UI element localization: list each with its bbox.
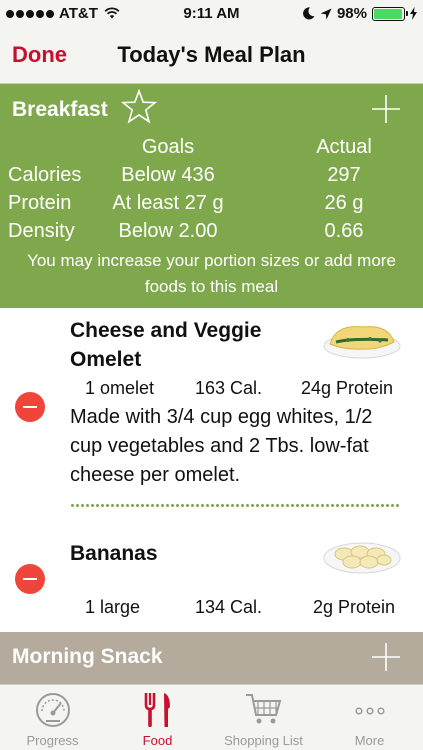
food-item-omelet[interactable]: Cheese and Veggie Omelet 1 omelet 163 Ca… xyxy=(0,308,423,518)
goals-header-row: Goals Actual xyxy=(0,136,423,164)
moon-icon xyxy=(303,7,315,20)
tab-more[interactable]: More xyxy=(317,685,422,750)
morning-snack-section[interactable]: Morning Snack xyxy=(0,632,423,684)
status-right: 98% xyxy=(303,5,417,22)
tab-label: More xyxy=(354,733,385,748)
cart-icon xyxy=(245,694,281,724)
food-description: Made with 3/4 cup egg whites, 1/2 cup ve… xyxy=(70,406,373,486)
tab-progress[interactable]: Progress xyxy=(0,685,105,750)
food-protein: 2g Protein xyxy=(313,597,396,617)
location-arrow-icon xyxy=(320,8,332,19)
tab-food[interactable]: Food xyxy=(105,685,210,750)
tab-bar: Progress Food Shopping List More xyxy=(0,684,423,750)
omelet-image xyxy=(323,326,401,359)
row-goal: Below 436 xyxy=(121,164,215,186)
food-serving: 1 large xyxy=(85,597,141,617)
breakfast-title: Breakfast xyxy=(12,98,108,121)
navigation-bar: Done Today's Meal Plan xyxy=(0,28,423,84)
battery-icon xyxy=(372,6,408,21)
food-name: Bananas xyxy=(70,542,158,565)
goals-row-density: Density Below 2.00 0.66 xyxy=(0,220,423,248)
row-actual: 0.66 xyxy=(324,220,364,242)
battery-fill xyxy=(374,8,403,19)
goals-row-calories: Calories Below 436 297 xyxy=(0,164,423,192)
food-name: Cheese and Veggie Omelet xyxy=(70,319,262,371)
row-goal: At least 27 g xyxy=(112,192,224,214)
tab-label: Food xyxy=(142,733,173,748)
goals-header: Goals xyxy=(141,136,195,158)
add-food-snack-icon[interactable] xyxy=(371,642,401,672)
row-actual: 26 g xyxy=(324,192,364,214)
row-label: Calories xyxy=(8,164,82,186)
actual-header: Actual xyxy=(316,136,372,158)
more-dots-icon xyxy=(354,707,385,715)
battery-percent: 98% xyxy=(336,5,367,22)
tab-label: Shopping List xyxy=(224,733,303,748)
row-goal: Below 2.00 xyxy=(118,220,218,242)
row-label: Density xyxy=(8,220,75,242)
page-title: Today's Meal Plan xyxy=(117,42,306,67)
food-calories: 163 Cal. xyxy=(195,378,263,398)
gauge-icon xyxy=(35,693,70,727)
food-protein: 24g Protein xyxy=(301,378,394,398)
food-calories: 134 Cal. xyxy=(195,597,263,617)
food-serving: 1 omelet xyxy=(85,378,155,398)
goals-table: Goals Actual Calories Below 436 297 Prot… xyxy=(0,136,423,248)
food-divider xyxy=(70,504,400,507)
food-item-bananas[interactable]: Bananas 1 large 134 Cal. 2g Protein xyxy=(0,518,423,632)
charging-bolt-icon xyxy=(410,7,417,20)
tab-label: Progress xyxy=(26,733,79,748)
breakfast-section: Breakfast Goals Actual Calories Below 43… xyxy=(0,84,423,308)
meal-advice-note: You may increase your portion sizes or a… xyxy=(27,251,396,296)
row-actual: 297 xyxy=(327,164,361,186)
favorite-star-icon[interactable] xyxy=(121,89,157,125)
remove-food-button[interactable] xyxy=(15,392,45,422)
fork-knife-icon xyxy=(144,693,170,727)
remove-food-button[interactable] xyxy=(15,564,45,594)
morning-snack-title: Morning Snack xyxy=(12,645,163,668)
food-list: Cheese and Veggie Omelet 1 omelet 163 Ca… xyxy=(0,308,423,632)
goals-row-protein: Protein At least 27 g 26 g xyxy=(0,192,423,220)
status-bar: AT&T 9:11 AM 98% xyxy=(0,0,423,28)
tab-shopping-list[interactable]: Shopping List xyxy=(211,685,316,750)
row-label: Protein xyxy=(8,192,72,214)
add-food-breakfast-icon[interactable] xyxy=(371,94,401,124)
bananas-image xyxy=(323,542,401,574)
